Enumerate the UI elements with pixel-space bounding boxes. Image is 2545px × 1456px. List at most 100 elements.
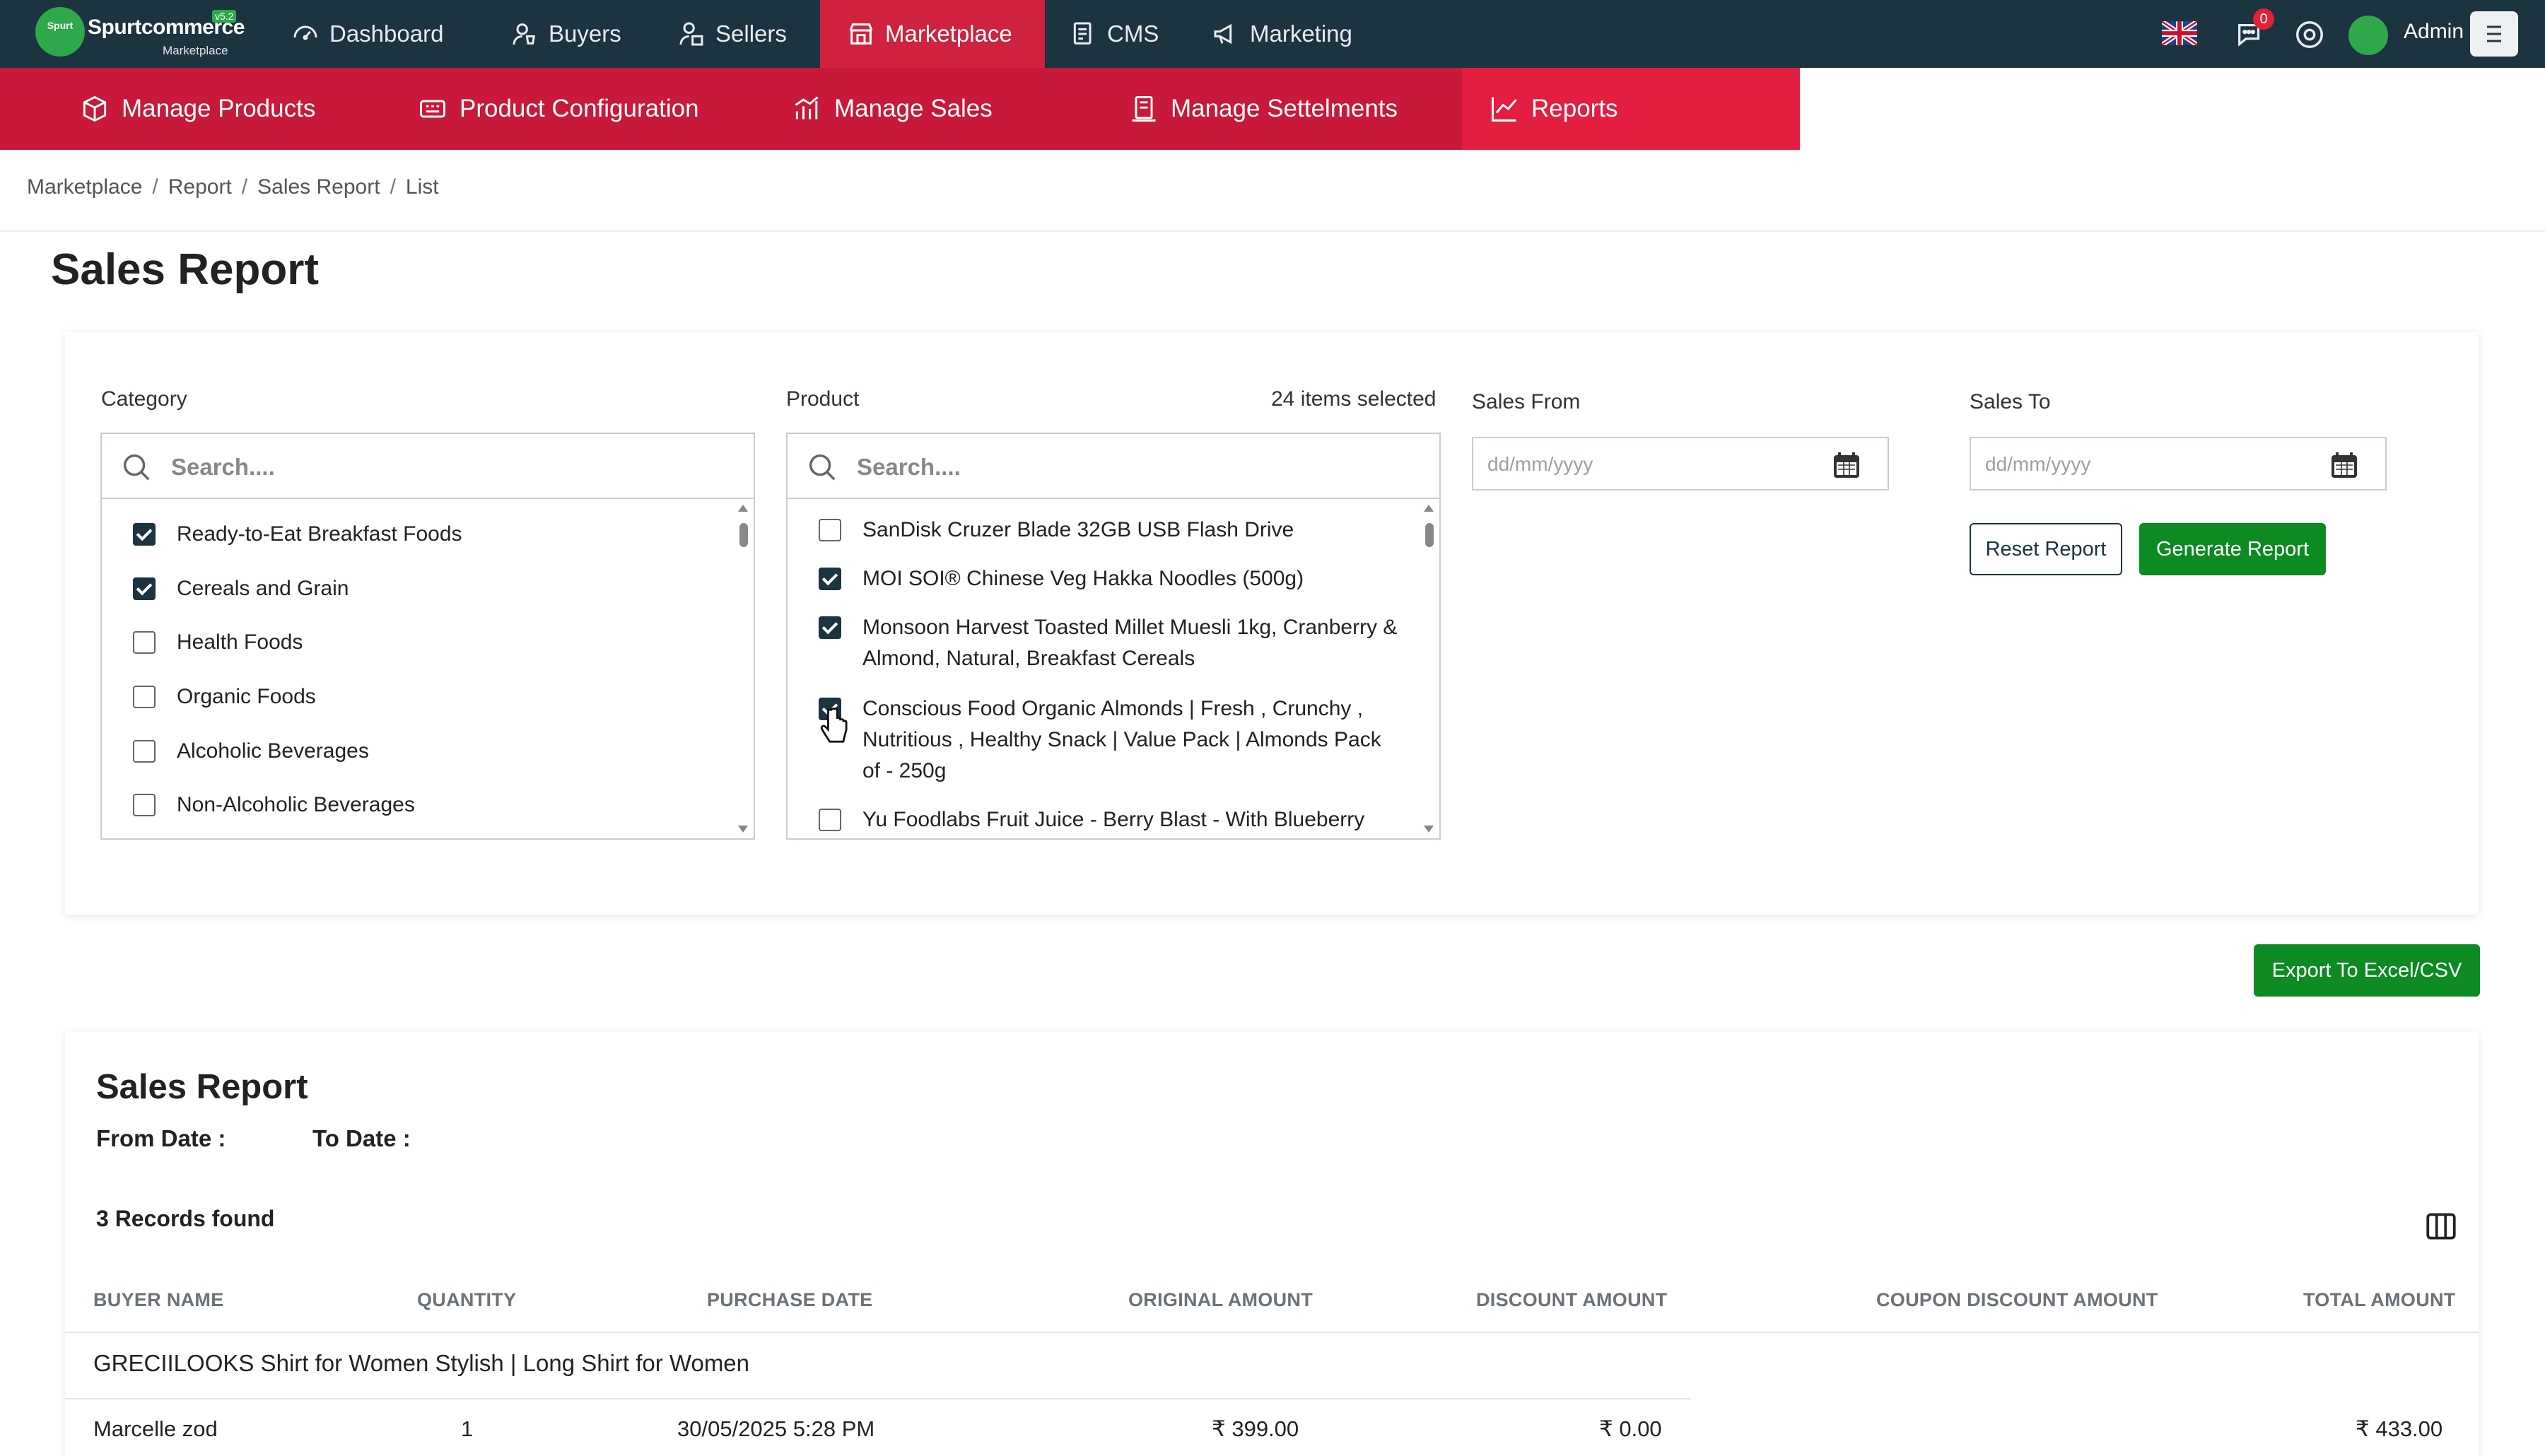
breadcrumb-separator: / xyxy=(152,175,158,199)
checkbox[interactable] xyxy=(133,523,156,546)
subnav-product-configuration-label: Product Configuration xyxy=(460,95,699,122)
table-header-divider xyxy=(65,1332,2479,1333)
user-avatar[interactable] xyxy=(2348,16,2388,55)
nav-sellers[interactable]: Sellers xyxy=(677,0,787,68)
subnav-manage-products[interactable]: Manage Products xyxy=(79,68,315,150)
hamburger-menu-button[interactable] xyxy=(2470,11,2518,57)
product-search[interactable] xyxy=(786,433,1441,499)
sales-from-label: Sales From xyxy=(1472,390,1581,413)
generate-report-button[interactable]: Generate Report xyxy=(2139,523,2326,575)
sales-from-date[interactable] xyxy=(1472,437,1889,491)
category-label: Category xyxy=(101,387,187,411)
cell-buyer-name: Marcelle zod xyxy=(93,1416,218,1441)
category-search[interactable] xyxy=(100,433,755,499)
nav-sellers-label: Sellers xyxy=(715,20,787,47)
product-item[interactable]: MOI SOI® Chinese Veg Hakka Noodles (500g… xyxy=(819,563,1304,594)
scroll-up-arrow-icon[interactable] xyxy=(1424,505,1434,512)
breadcrumb-sales-report[interactable]: Sales Report xyxy=(257,175,380,199)
column-header-total-amount: TOTAL AMOUNT xyxy=(2303,1289,2456,1310)
subnav-manage-sales[interactable]: Manage Sales xyxy=(792,68,993,150)
cell-total-amount: ₹ 433.00 xyxy=(2356,1416,2443,1441)
category-item-label: Organic Foods xyxy=(177,685,316,708)
nav-cms[interactable]: CMS xyxy=(1069,0,1159,68)
user-name[interactable]: Admin xyxy=(2404,20,2464,44)
search-icon xyxy=(809,454,836,481)
search-icon xyxy=(123,454,150,481)
category-item[interactable]: Organic Foods xyxy=(133,681,316,712)
calendar-icon[interactable] xyxy=(1830,448,1864,482)
chevron-down-icon[interactable] xyxy=(1749,164,1774,189)
scroll-thumb[interactable] xyxy=(1425,523,1434,547)
nav-marketplace[interactable]: Marketplace xyxy=(820,0,1045,68)
subnav-manage-settlements[interactable]: Manage Settelments xyxy=(1128,68,1398,150)
reset-report-button[interactable]: Reset Report xyxy=(1970,523,2122,575)
category-item[interactable]: Cereals and Grain xyxy=(133,573,349,604)
product-label: Product xyxy=(786,387,860,411)
sales-to-date[interactable] xyxy=(1970,437,2387,491)
product-item[interactable]: Conscious Food Organic Almonds | Fresh ,… xyxy=(819,693,1381,787)
report-card xyxy=(65,1032,2479,1456)
category-item[interactable]: Alcoholic Beverages xyxy=(133,736,369,767)
nav-dashboard[interactable]: Dashboard xyxy=(291,0,443,68)
subnav-reports-label: Reports xyxy=(1531,95,1618,122)
scrollbar[interactable] xyxy=(735,499,751,838)
category-item[interactable]: Health Foods xyxy=(133,627,303,658)
checkbox[interactable] xyxy=(819,809,841,831)
checkbox[interactable] xyxy=(133,686,156,708)
nav-marketing-label: Marketing xyxy=(1250,20,1352,47)
checkbox[interactable] xyxy=(819,568,841,590)
scroll-down-arrow-icon[interactable] xyxy=(1424,826,1434,833)
product-list[interactable]: SanDisk Cruzer Blade 32GB USB Flash Driv… xyxy=(786,499,1441,840)
nav-marketing[interactable]: Marketing xyxy=(1212,0,1352,68)
brand-logo[interactable]: Spurt Spurtcommerce v5.2 Marketplace xyxy=(35,7,247,61)
product-item-label: Yu Foodlabs Fruit Juice - Berry Blast - … xyxy=(862,808,1365,831)
columns-icon[interactable] xyxy=(2423,1209,2459,1244)
breadcrumb-marketplace[interactable]: Marketplace xyxy=(27,175,142,199)
sales-to-input[interactable] xyxy=(1984,448,2326,481)
product-item[interactable]: SanDisk Cruzer Blade 32GB USB Flash Driv… xyxy=(819,515,1294,546)
settlement-icon xyxy=(1132,96,1156,122)
checkbox[interactable] xyxy=(819,519,841,541)
scrollbar[interactable] xyxy=(1421,499,1437,838)
category-search-input[interactable] xyxy=(170,448,667,486)
breadcrumb-separator: / xyxy=(241,175,248,199)
category-list[interactable]: Ready-to-Eat Breakfast Foods Cereals and… xyxy=(100,499,755,840)
checkbox[interactable] xyxy=(133,794,156,816)
megaphone-icon xyxy=(1214,23,1232,45)
breadcrumb-separator: / xyxy=(390,175,396,199)
product-search-input[interactable] xyxy=(855,448,1353,486)
subnav-product-configuration[interactable]: Product Configuration xyxy=(417,68,699,150)
sales-from-input[interactable] xyxy=(1486,448,1828,481)
category-item[interactable]: Non-Alcoholic Beverages xyxy=(133,789,415,821)
checkbox[interactable] xyxy=(133,631,156,654)
column-header-buyer-name: BUYER NAME xyxy=(93,1289,224,1310)
nav-buyers[interactable]: Buyers xyxy=(510,0,621,68)
checkbox[interactable] xyxy=(819,616,841,639)
product-item[interactable]: Monsoon Harvest Toasted Millet Muesli 1k… xyxy=(819,612,1397,674)
scroll-up-arrow-icon[interactable] xyxy=(738,505,748,512)
checkbox[interactable] xyxy=(133,740,156,763)
column-header-quantity: QUANTITY xyxy=(417,1289,517,1310)
scroll-thumb[interactable] xyxy=(739,523,748,547)
checkbox[interactable] xyxy=(133,577,156,600)
product-item-line: Nutritious , Healthy Snack | Value Pack … xyxy=(862,728,1381,751)
category-item[interactable]: Ready-to-Eat Breakfast Foods xyxy=(133,519,462,550)
table-row-divider xyxy=(65,1398,1691,1399)
box-icon xyxy=(83,95,107,122)
product-item[interactable]: Yu Foodlabs Fruit Juice - Berry Blast - … xyxy=(819,804,1364,835)
uk-flag-icon[interactable] xyxy=(2162,21,2197,45)
buyers-icon xyxy=(513,23,536,45)
target-settings-icon[interactable] xyxy=(2293,18,2326,51)
chevron-down-icon[interactable] xyxy=(1053,164,1079,189)
table-group-row: GRECIILOOKS Shirt for Women Stylish | Lo… xyxy=(93,1350,750,1376)
scroll-down-arrow-icon[interactable] xyxy=(738,826,748,833)
chevron-down-icon[interactable] xyxy=(717,164,742,189)
export-excel-csv-button[interactable]: Export To Excel/CSV xyxy=(2254,944,2480,997)
chevron-down-icon[interactable] xyxy=(1412,164,1438,189)
subnav-reports[interactable]: Reports xyxy=(1462,68,1800,150)
report-title: Sales Report xyxy=(96,1068,308,1106)
calendar-icon[interactable] xyxy=(2327,448,2361,482)
breadcrumb-report[interactable]: Report xyxy=(168,175,232,199)
nav-buyers-label: Buyers xyxy=(549,20,621,47)
config-icon xyxy=(420,100,445,118)
